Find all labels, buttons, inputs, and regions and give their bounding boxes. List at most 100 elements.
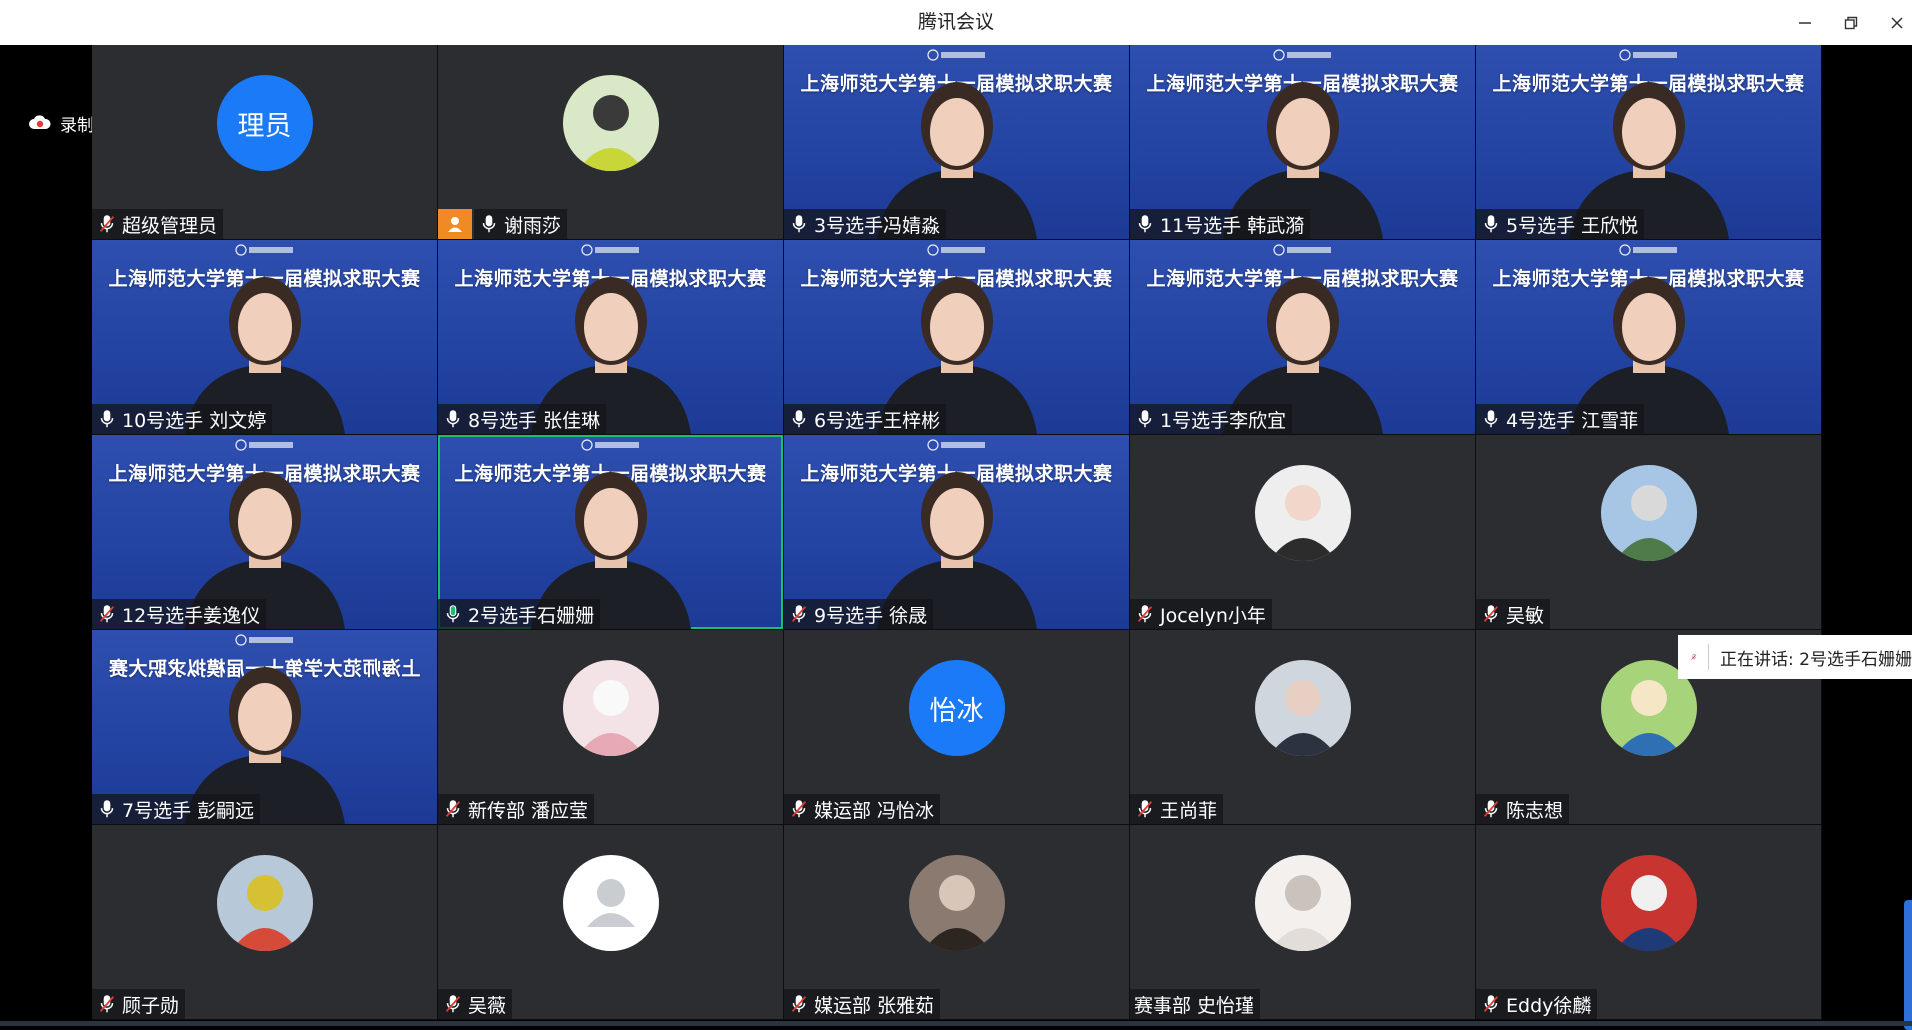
participant-tile[interactable]: 上海师范大学第十一届模拟求职大赛8号选手 张佳琳 bbox=[438, 240, 783, 434]
participant-name: 1号选手李欣宜 bbox=[1160, 406, 1286, 433]
participant-tile[interactable]: Jocelyn小年 bbox=[1130, 435, 1475, 629]
participant-tile[interactable]: 上海师范大学第十一届模拟求职大赛4号选手 江雪菲 bbox=[1476, 240, 1821, 434]
speaking-label: 正在讲话: 2号选手石姗姗 bbox=[1720, 645, 1912, 670]
participant-tile[interactable]: 上海师范大学第十一届模拟求职大赛11号选手 韩武漪 bbox=[1130, 45, 1475, 239]
participant-tile[interactable]: 理员超级管理员 bbox=[92, 45, 437, 239]
mic-status bbox=[1134, 213, 1156, 235]
participant-name: Jocelyn小年 bbox=[1160, 601, 1266, 628]
participant-name: 顾子勋 bbox=[122, 991, 179, 1018]
participant-tile[interactable]: 上海师范大学第十一届模拟求职大赛7号选手 彭嗣远 bbox=[92, 630, 437, 824]
mic-icon bbox=[442, 408, 464, 430]
mic-icon bbox=[788, 213, 810, 235]
participant-name: 4号选手 江雪菲 bbox=[1506, 406, 1638, 433]
participant-tile[interactable]: 谢雨莎 bbox=[438, 45, 783, 239]
mic-status bbox=[788, 603, 810, 625]
participant-name: 2号选手石姗姗 bbox=[468, 601, 594, 628]
participant-tile[interactable]: 上海师范大学第十一届模拟求职大赛3号选手冯婧淼 bbox=[784, 45, 1129, 239]
mic-status bbox=[96, 798, 118, 820]
participant-name-tag: 2号选手石姗姗 bbox=[438, 599, 600, 629]
school-logo-icon bbox=[235, 634, 295, 646]
side-panel-handle[interactable] bbox=[1904, 900, 1912, 1030]
participant-name-tag: 吴薇 bbox=[438, 989, 512, 1019]
mic-muted-icon bbox=[788, 798, 810, 820]
mic-muted-icon bbox=[96, 213, 118, 235]
participant-tile[interactable]: 顾子勋 bbox=[92, 825, 437, 1019]
mic-status bbox=[1480, 603, 1502, 625]
speaking-indicator: 正在讲话: 2号选手石姗姗 bbox=[1678, 635, 1912, 679]
mic-status bbox=[1480, 798, 1502, 820]
participant-name-tag: 5号选手 王欣悦 bbox=[1476, 209, 1644, 239]
participant-name-tag: 赛事部 史怡瑾 bbox=[1130, 989, 1260, 1019]
participant-name: 超级管理员 bbox=[122, 211, 217, 238]
school-logo-icon bbox=[927, 49, 987, 61]
avatar bbox=[1255, 660, 1351, 756]
participant-name-tag: 3号选手冯婧淼 bbox=[784, 209, 946, 239]
participant-tile[interactable]: 媒运部 张雅茹 bbox=[784, 825, 1129, 1019]
participant-tile[interactable]: 怡冰媒运部 冯怡冰 bbox=[784, 630, 1129, 824]
cloud-record-icon bbox=[28, 115, 52, 131]
participant-name: 吴薇 bbox=[468, 991, 506, 1018]
mic-icon bbox=[1480, 408, 1502, 430]
mic-status bbox=[96, 603, 118, 625]
participant-name-tag: 4号选手 江雪菲 bbox=[1476, 404, 1644, 434]
anime-girl-avatar bbox=[563, 660, 659, 756]
mic-icon bbox=[788, 408, 810, 430]
white-figure-avatar bbox=[1255, 855, 1351, 951]
mic-muted-icon bbox=[442, 993, 464, 1015]
participant-tile[interactable]: 上海师范大学第十一届模拟求职大赛9号选手 徐晟 bbox=[784, 435, 1129, 629]
host-badge bbox=[438, 209, 472, 239]
window-title: 腾讯会议 bbox=[0, 0, 1912, 45]
participant-tile[interactable]: 赛事部 史怡瑾 bbox=[1130, 825, 1475, 1019]
close-icon bbox=[1889, 15, 1905, 31]
restore-button[interactable] bbox=[1828, 0, 1874, 45]
mic-icon bbox=[96, 798, 118, 820]
avatar bbox=[909, 855, 1005, 951]
bottom-toolbar-edge bbox=[0, 1021, 1912, 1026]
participant-tile[interactable]: 吴敏 bbox=[1476, 435, 1821, 629]
close-button[interactable] bbox=[1874, 0, 1912, 45]
participant-name: 9号选手 徐晟 bbox=[814, 601, 927, 628]
mic-status bbox=[96, 993, 118, 1015]
mic-muted-icon bbox=[1134, 798, 1156, 820]
avatar bbox=[563, 855, 659, 951]
participant-tile[interactable]: 上海师范大学第十一届模拟求职大赛6号选手王梓彬 bbox=[784, 240, 1129, 434]
participant-name-tag: 11号选手 韩武漪 bbox=[1130, 209, 1310, 239]
avatar bbox=[1601, 465, 1697, 561]
participant-tile[interactable]: 上海师范大学第十一届模拟求职大赛5号选手 王欣悦 bbox=[1476, 45, 1821, 239]
participant-name-tag: 9号选手 徐晟 bbox=[784, 599, 933, 629]
participant-name-tag: 12号选手姜逸仪 bbox=[92, 599, 266, 629]
participant-name: 12号选手姜逸仪 bbox=[122, 601, 260, 628]
participant-tile[interactable]: 吴薇 bbox=[438, 825, 783, 1019]
avatar bbox=[1601, 855, 1697, 951]
mic-muted-icon bbox=[1690, 645, 1698, 669]
mic-status bbox=[1480, 993, 1502, 1015]
participant-tile[interactable]: 新传部 潘应莹 bbox=[438, 630, 783, 824]
lake-building-avatar bbox=[1601, 465, 1697, 561]
participant-tile[interactable]: 上海师范大学第十一届模拟求职大赛10号选手 刘文婷 bbox=[92, 240, 437, 434]
participant-name: Eddy徐麟 bbox=[1506, 991, 1591, 1018]
mic-status bbox=[1480, 408, 1502, 430]
participant-name-tag: 7号选手 彭嗣远 bbox=[92, 794, 260, 824]
mic-icon bbox=[96, 408, 118, 430]
avatar: 理员 bbox=[217, 75, 313, 171]
participant-name: 新传部 潘应莹 bbox=[468, 796, 588, 823]
mic-icon bbox=[478, 213, 500, 235]
participant-tile[interactable]: Eddy徐麟 bbox=[1476, 825, 1821, 1019]
mic-status bbox=[478, 213, 500, 235]
participant-tile[interactable]: 上海师范大学第十一届模拟求职大赛2号选手石姗姗 bbox=[438, 435, 783, 629]
participant-name-tag: Jocelyn小年 bbox=[1130, 599, 1272, 629]
participant-name: 11号选手 韩武漪 bbox=[1160, 211, 1304, 238]
mic-status bbox=[1134, 798, 1156, 820]
minimize-button[interactable] bbox=[1782, 0, 1828, 45]
participant-grid: 理员超级管理员谢雨莎上海师范大学第十一届模拟求职大赛3号选手冯婧淼上海师范大学第… bbox=[92, 45, 1822, 1020]
heart-hands-avatar bbox=[1255, 465, 1351, 561]
participant-tile[interactable]: 王尚菲 bbox=[1130, 630, 1475, 824]
mic-status bbox=[442, 408, 464, 430]
mic-muted-icon bbox=[96, 993, 118, 1015]
mic-status bbox=[442, 993, 464, 1015]
participant-tile[interactable]: 上海师范大学第十一届模拟求职大赛12号选手姜逸仪 bbox=[92, 435, 437, 629]
girl-with-hat-avatar bbox=[563, 75, 659, 171]
mic-icon bbox=[1134, 213, 1156, 235]
participant-tile[interactable]: 上海师范大学第十一届模拟求职大赛1号选手李欣宜 bbox=[1130, 240, 1475, 434]
mic-icon bbox=[1134, 408, 1156, 430]
